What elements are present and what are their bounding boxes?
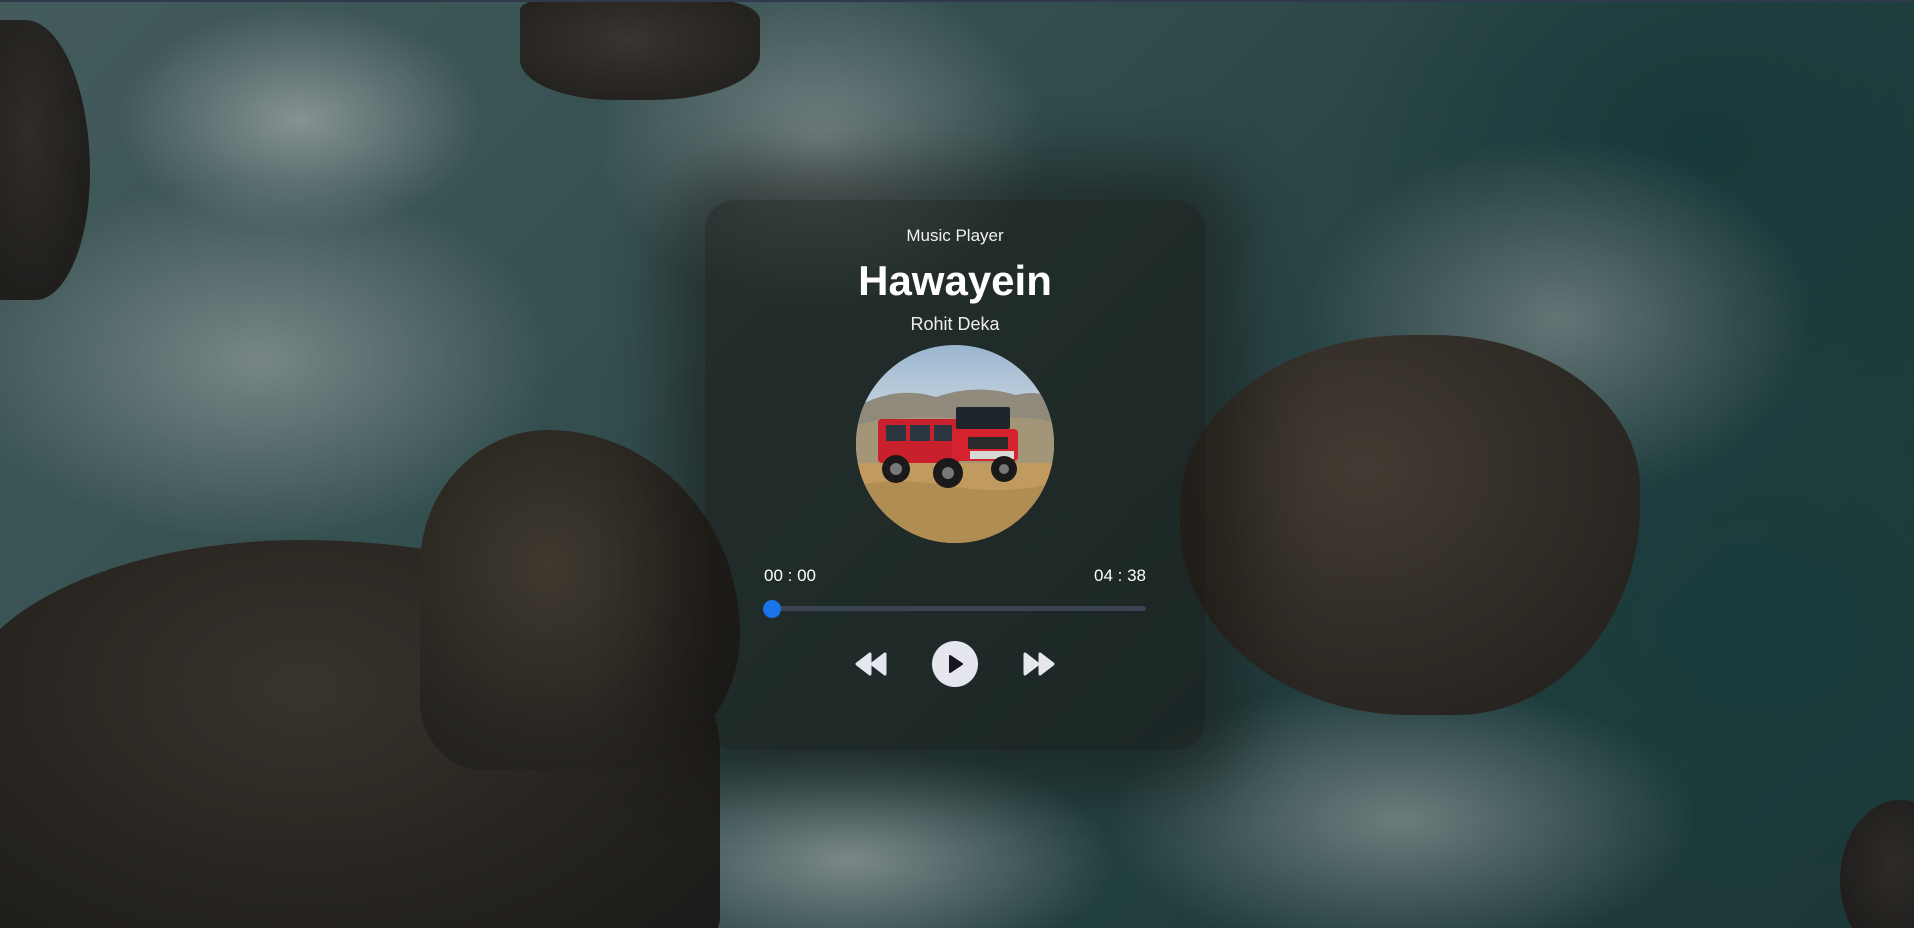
next-button[interactable] [1022, 651, 1056, 677]
playback-controls [854, 641, 1056, 688]
play-icon [949, 655, 963, 674]
top-border [0, 0, 1914, 2]
music-player-card: Music Player Hawayein Rohit Deka 00: 00… [705, 200, 1205, 750]
total-duration: 04 : 38 [1094, 566, 1146, 586]
progress-thumb[interactable] [763, 599, 781, 618]
progress-bar[interactable] [763, 599, 1146, 618]
album-cover [856, 345, 1054, 544]
app-label: Music Player [906, 226, 1004, 245]
previous-button[interactable] [854, 651, 888, 677]
play-button[interactable] [932, 641, 978, 688]
song-title: Hawayein [858, 257, 1052, 304]
artist-name: Rohit Deka [910, 314, 1000, 335]
fast-forward-icon [1023, 652, 1055, 676]
album-cover-art [856, 389, 1054, 544]
time-display: 00 : 00 04 : 38 [764, 566, 1146, 586]
current-time: 00 : 00 [764, 566, 816, 586]
rewind-icon [855, 652, 887, 676]
